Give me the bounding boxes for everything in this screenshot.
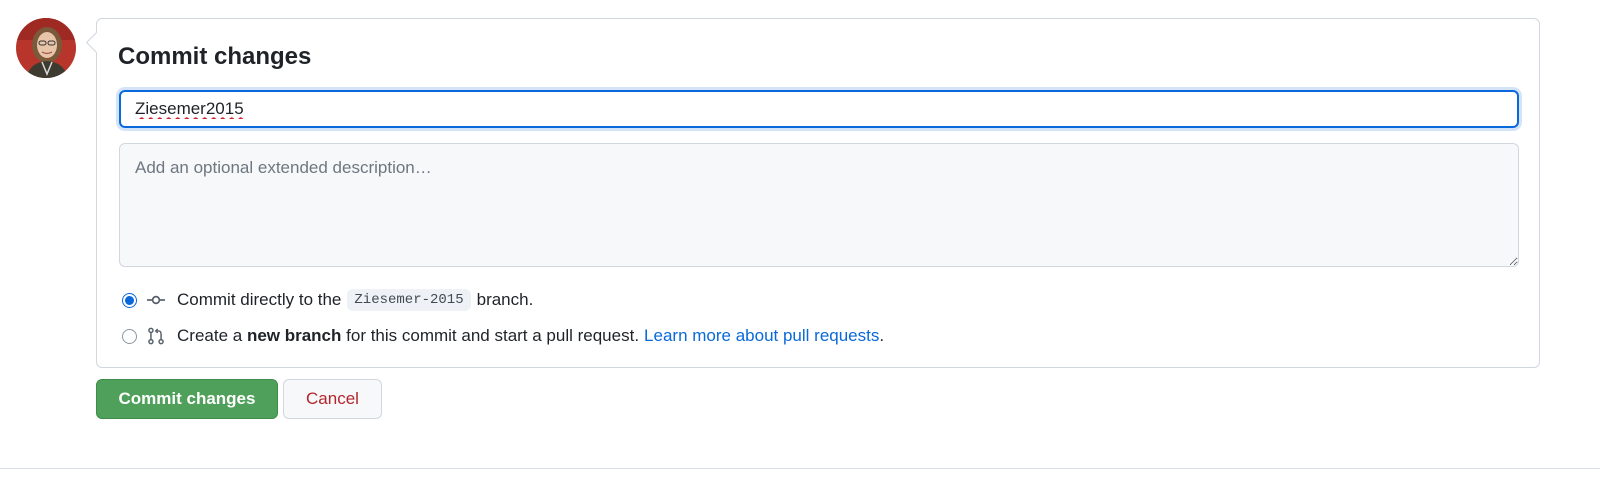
commit-summary-input[interactable] (119, 90, 1519, 128)
form-title: Commit changes (118, 43, 312, 70)
cancel-button[interactable]: Cancel (283, 379, 382, 419)
radio-commit-directly[interactable] (122, 292, 137, 308)
divider (0, 468, 1600, 469)
avatar (16, 18, 76, 78)
git-pull-request-icon (147, 326, 167, 346)
option-commit-directly[interactable]: Commit directly to the Ziesemer-2015 bra… (121, 287, 533, 313)
commit-description-textarea[interactable] (119, 143, 1519, 267)
option-direct-prefix: Commit directly to the (177, 290, 342, 309)
avatar-image (16, 18, 76, 78)
option-new-suffix: for this commit and start a pull request… (346, 326, 640, 345)
option-new-trailing: . (879, 326, 885, 345)
git-commit-icon (147, 290, 167, 310)
commit-form: Commit changes Commit directly to the Zi… (96, 18, 1540, 368)
option-new-bold: new branch (246, 326, 342, 345)
option-new-prefix: Create a (177, 326, 243, 345)
option-direct-suffix: branch. (476, 290, 534, 309)
learn-more-link[interactable]: Learn more about pull requests (644, 326, 879, 346)
option-new-branch[interactable]: Create a new branch for this commit and … (121, 323, 884, 349)
branch-name: Ziesemer-2015 (347, 289, 471, 311)
commit-changes-button[interactable]: Commit changes (96, 379, 278, 419)
radio-new-branch[interactable] (122, 328, 137, 344)
